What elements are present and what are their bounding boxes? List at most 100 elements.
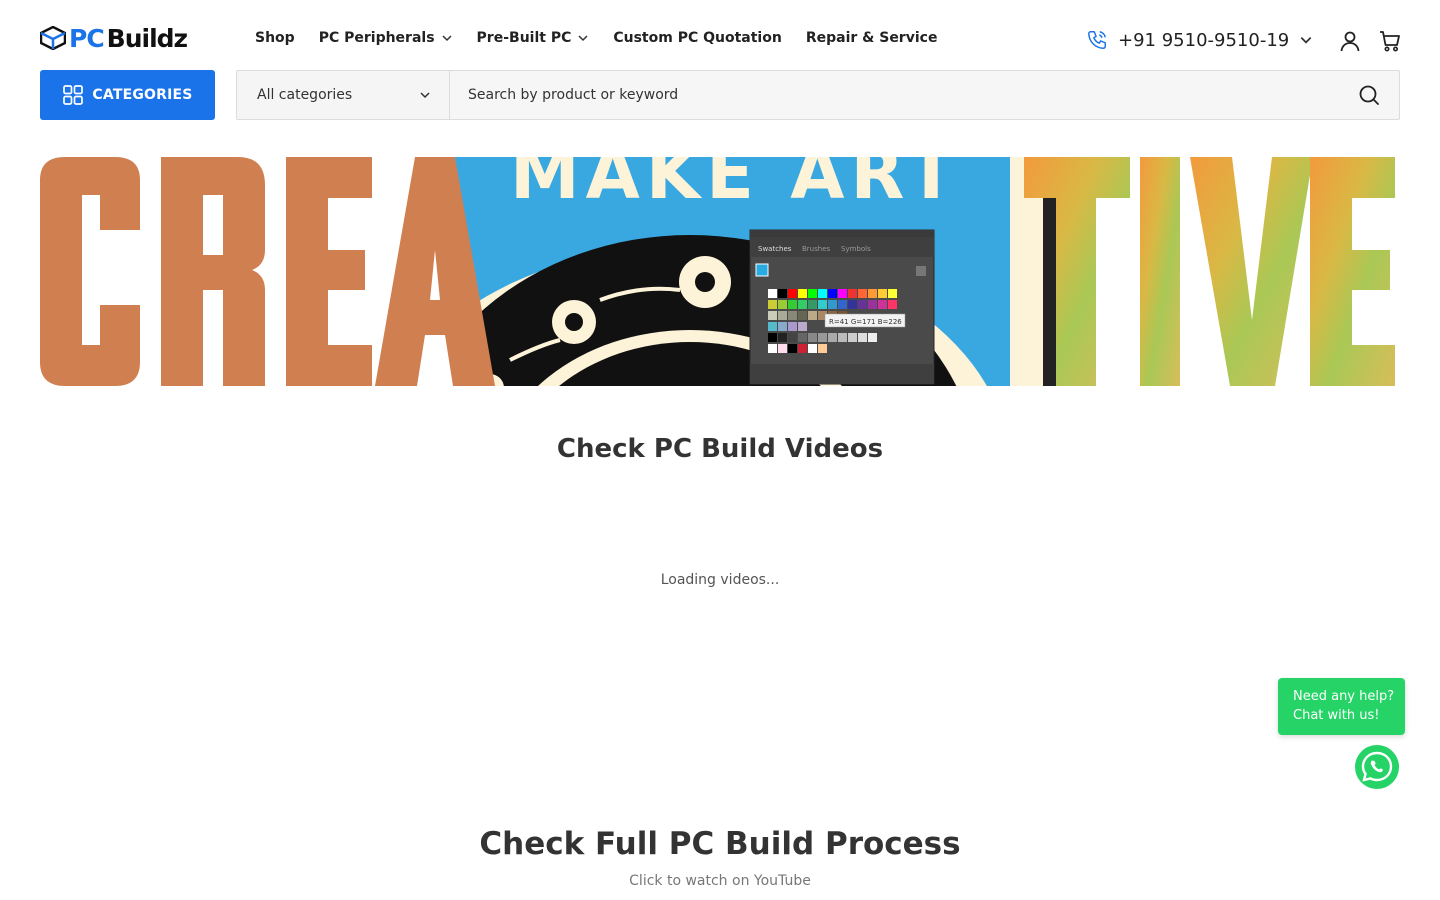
color-swatch xyxy=(798,333,807,342)
color-swatch xyxy=(778,311,787,320)
chat-help-bubble[interactable]: Need any help? Chat with us! xyxy=(1278,678,1405,735)
videos-loading-text: Loading videos... xyxy=(660,572,780,588)
color-swatch xyxy=(888,289,897,298)
color-swatch xyxy=(798,289,807,298)
phone-dropdown[interactable]: +91 9510-9510-19 xyxy=(1086,29,1313,51)
color-swatch xyxy=(768,311,777,320)
banner-artwork: MAKE ART Swatches Brushes Symbols R=41 G… xyxy=(40,140,1395,386)
nav-shop[interactable]: Shop xyxy=(255,30,295,46)
logo-text-buildz: Buildz xyxy=(106,23,188,53)
process-section-title: Check Full PC Build Process xyxy=(479,826,961,862)
chevron-down-icon xyxy=(420,92,430,99)
panel-tab-symbols: Symbols xyxy=(841,245,871,253)
videos-section-title: Check PC Build Videos xyxy=(556,434,884,464)
chat-line-2: Chat with us! xyxy=(1293,708,1380,723)
process-section-subtitle[interactable]: Click to watch on YouTube xyxy=(0,873,1440,889)
search-button[interactable] xyxy=(1339,71,1399,119)
swatches-panel: Swatches Brushes Symbols R=41 G=171 B=22… xyxy=(749,229,935,385)
chevron-down-icon xyxy=(1300,37,1312,44)
nav-pre-built-pc[interactable]: Pre-Built PC xyxy=(477,30,590,46)
color-swatch xyxy=(768,344,777,353)
search-input[interactable] xyxy=(450,71,1339,119)
user-icon[interactable] xyxy=(1338,29,1362,53)
color-swatch xyxy=(768,300,777,309)
color-swatch xyxy=(778,322,787,331)
chevron-down-icon xyxy=(442,35,452,42)
color-swatch xyxy=(788,289,797,298)
nav-shop-label: Shop xyxy=(255,30,295,46)
nav-pc-peripherals-label: PC Peripherals xyxy=(318,30,435,46)
panel-tab-brushes: Brushes xyxy=(802,245,831,253)
nav-pc-peripherals[interactable]: PC Peripherals xyxy=(319,30,453,46)
panel-tab-swatches: Swatches xyxy=(758,245,792,253)
search-bar: All categories xyxy=(236,70,1400,120)
color-swatch xyxy=(798,344,807,353)
phone-number: +91 9510-9510-19 xyxy=(1118,29,1290,51)
color-swatch xyxy=(798,300,807,309)
color-swatch xyxy=(768,289,777,298)
nav-repair-service-label: Repair & Service xyxy=(805,30,938,46)
color-swatch xyxy=(818,289,827,298)
color-swatch xyxy=(848,289,857,298)
color-swatch xyxy=(818,344,827,353)
phone-icon xyxy=(1088,31,1106,49)
color-swatch xyxy=(788,322,797,331)
panel-tooltip: R=41 G=171 B=226 xyxy=(829,318,902,326)
color-swatch xyxy=(818,333,827,342)
color-swatch xyxy=(848,300,857,309)
color-swatch xyxy=(788,344,797,353)
color-swatch xyxy=(808,289,817,298)
hero-banner[interactable]: MAKE ART Swatches Brushes Symbols R=41 G… xyxy=(40,140,1400,406)
color-swatch xyxy=(768,333,777,342)
color-swatch xyxy=(808,311,817,320)
color-swatch xyxy=(788,311,797,320)
color-swatch xyxy=(828,289,837,298)
color-swatch xyxy=(878,289,887,298)
color-swatch xyxy=(828,300,837,309)
color-swatch xyxy=(818,300,827,309)
search-icon xyxy=(1359,85,1379,105)
main-nav: Shop PC Peripherals Pre-Built PC Custom … xyxy=(255,30,937,46)
banner-crea-text xyxy=(40,157,495,386)
nav-custom-pc-quotation[interactable]: Custom PC Quotation xyxy=(613,30,781,46)
color-swatch xyxy=(868,333,877,342)
color-swatch xyxy=(878,300,887,309)
category-select[interactable]: All categories xyxy=(237,71,450,119)
site-header: PC Buildz Shop PC Peripherals Pre-Built P… xyxy=(0,0,1440,70)
nav-pre-built-pc-label: Pre-Built PC xyxy=(476,30,572,46)
color-swatch xyxy=(808,300,817,309)
categories-button-label: CATEGORIES xyxy=(92,87,193,103)
banner-tive-text xyxy=(1024,157,1395,386)
site-logo[interactable]: PC Buildz xyxy=(40,23,188,53)
banner-make-art-text: MAKE ART xyxy=(510,140,961,215)
chat-line-1: Need any help? xyxy=(1293,689,1395,704)
grid-icon xyxy=(63,85,84,105)
color-swatch xyxy=(778,333,787,342)
color-swatch xyxy=(858,333,867,342)
color-swatch xyxy=(798,311,807,320)
color-swatch xyxy=(888,300,897,309)
color-swatch xyxy=(858,289,867,298)
color-swatch xyxy=(808,344,817,353)
category-select-value: All categories xyxy=(257,87,353,103)
color-swatch xyxy=(828,333,837,342)
color-swatch xyxy=(778,289,787,298)
color-swatch xyxy=(768,322,777,331)
color-swatch xyxy=(778,300,787,309)
color-swatch xyxy=(808,333,817,342)
color-swatch xyxy=(848,333,857,342)
color-swatch xyxy=(868,289,877,298)
logo-text-pc: PC xyxy=(69,23,105,53)
color-swatch xyxy=(778,344,787,353)
whatsapp-icon[interactable] xyxy=(1354,744,1400,790)
categories-button[interactable]: CATEGORIES xyxy=(40,70,215,120)
nav-custom-pc-quotation-label: Custom PC Quotation xyxy=(613,30,782,46)
color-swatch xyxy=(798,322,807,331)
cart-icon[interactable] xyxy=(1378,29,1402,53)
chevron-down-icon xyxy=(578,35,588,42)
color-swatch xyxy=(838,333,847,342)
color-swatch xyxy=(788,333,797,342)
nav-repair-service[interactable]: Repair & Service xyxy=(806,30,938,46)
color-swatch xyxy=(858,300,867,309)
logo-cube-icon xyxy=(40,26,66,50)
